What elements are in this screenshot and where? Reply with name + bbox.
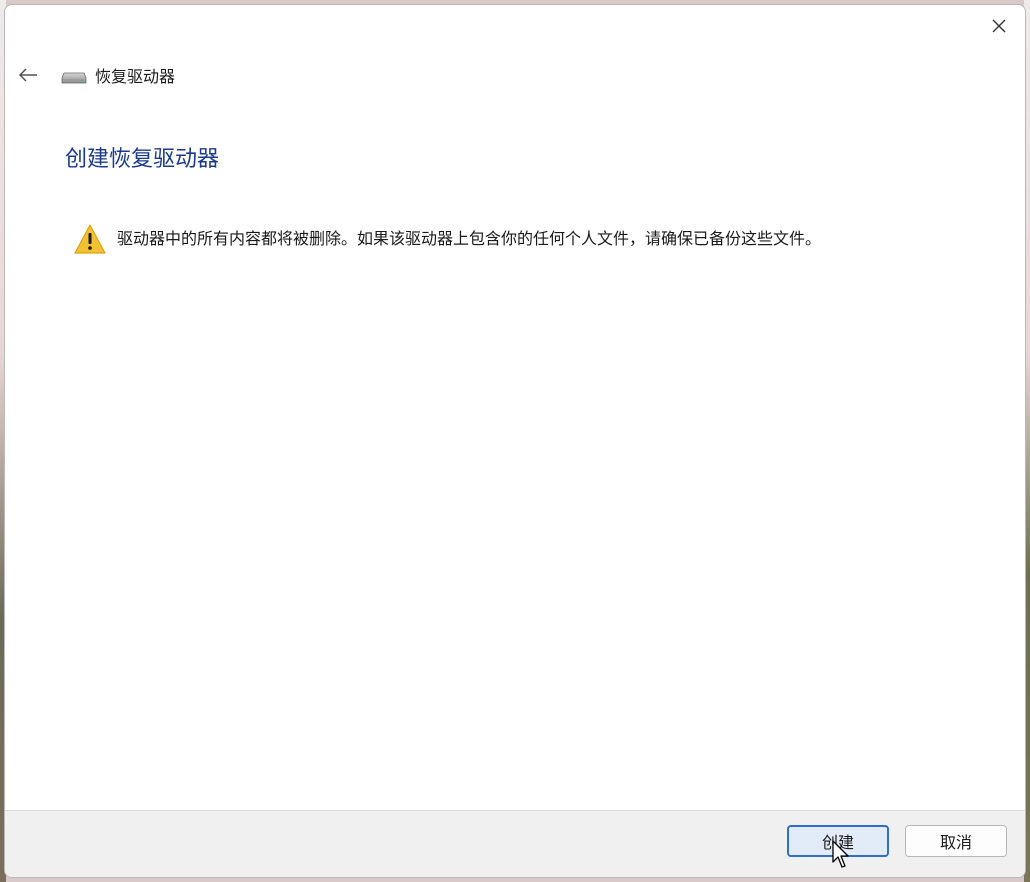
- cancel-button[interactable]: 取消: [905, 825, 1007, 857]
- create-button[interactable]: 创建: [787, 825, 889, 857]
- close-button[interactable]: [981, 11, 1017, 41]
- warning-icon: [74, 224, 106, 254]
- warning-text: 驱动器中的所有内容都将被删除。如果该驱动器上包含你的任何个人文件，请确保已备份这…: [117, 229, 822, 248]
- back-arrow-icon: [18, 68, 37, 82]
- recovery-drive-window: 恢复驱动器 创建恢复驱动器 驱动器中的所有内容都将被删除。如果该驱动器上包含你的…: [4, 4, 1026, 878]
- window-title: 恢复驱动器: [95, 67, 176, 86]
- window-title-area: 恢复驱动器: [61, 63, 175, 87]
- dialog-footer: 创建 取消: [5, 810, 1025, 877]
- drive-icon: [61, 72, 87, 84]
- back-button[interactable]: [15, 63, 41, 87]
- warning-message: 驱动器中的所有内容都将被删除。如果该驱动器上包含你的任何个人文件，请确保已备份这…: [73, 223, 887, 255]
- close-icon: [992, 19, 1006, 33]
- page-heading: 创建恢复驱动器: [65, 147, 220, 172]
